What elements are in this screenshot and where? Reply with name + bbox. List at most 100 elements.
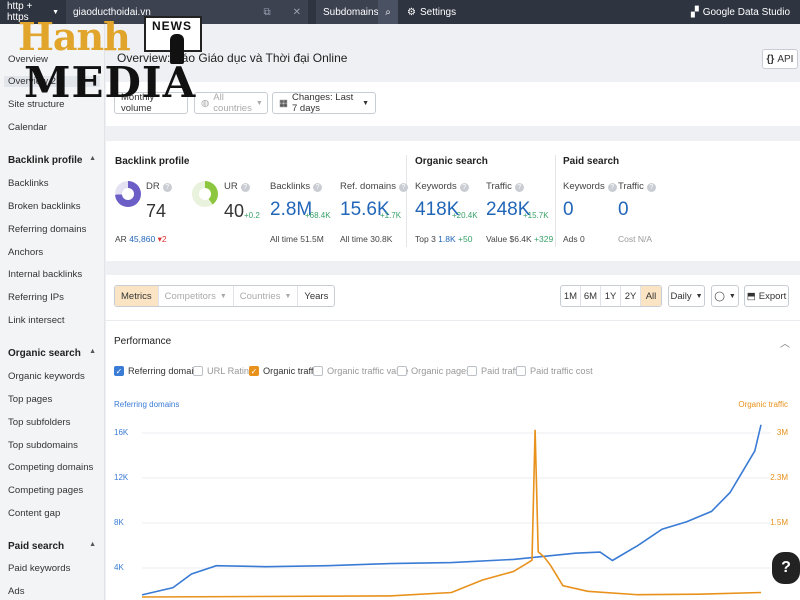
range-6m[interactable]: 6M bbox=[581, 286, 601, 306]
range-1y[interactable]: 1Y bbox=[601, 286, 621, 306]
sidebar-item-calendar[interactable]: Calendar bbox=[8, 122, 47, 133]
right-tick: 1.5M bbox=[770, 518, 788, 527]
series-line-referring-domains bbox=[141, 424, 762, 596]
sidebar-item-top-subfolders[interactable]: Top subfolders bbox=[8, 417, 70, 428]
divider bbox=[106, 320, 800, 321]
clear-icon[interactable]: ✕ bbox=[293, 7, 301, 18]
tab-years[interactable]: Years bbox=[298, 286, 334, 306]
sidebar-item-competing-pages[interactable]: Competing pages bbox=[8, 485, 83, 496]
data-studio-icon: ▞ bbox=[691, 6, 699, 18]
sidebar-item-ads[interactable]: Ads bbox=[8, 586, 25, 597]
right-axis-title: Organic traffic bbox=[738, 400, 788, 409]
ref-domains-all-time: All time 30.8K bbox=[340, 234, 393, 244]
changes-label: Changes: Last 7 days bbox=[291, 92, 354, 114]
traffic-delta: +15.7K bbox=[523, 211, 549, 220]
annotations-button[interactable]: ◯ ▼ bbox=[711, 285, 739, 307]
collapse-icon: ▲ bbox=[89, 155, 96, 162]
collapse-icon[interactable]: ︿ bbox=[780, 335, 790, 350]
left-tick: 8K bbox=[114, 518, 124, 527]
ur-label: UR? bbox=[224, 181, 250, 192]
right-tick: 3M bbox=[776, 428, 788, 437]
help-icon: ? bbox=[459, 183, 469, 192]
external-link-icon[interactable]: ⧉ bbox=[263, 7, 270, 18]
sidebar-item-top-subdomains[interactable]: Top subdomains bbox=[8, 440, 78, 451]
left-tick: 4K bbox=[114, 563, 124, 572]
performance-panel: Metrics Competitors ▼ Countries ▼ Years 1M… bbox=[106, 275, 800, 600]
help-icon: ? bbox=[646, 183, 656, 192]
ar-value[interactable]: 45,860 bbox=[129, 234, 155, 244]
sidebar-item-backlinks[interactable]: Backlinks bbox=[8, 178, 49, 189]
export-button[interactable]: ⬒ Export bbox=[744, 285, 789, 307]
checkbox-icon bbox=[516, 366, 526, 376]
mode-label: Subdomains bbox=[323, 6, 379, 18]
help-button[interactable]: ? bbox=[772, 552, 800, 584]
sidebar-item-competing-domains[interactable]: Competing domains bbox=[8, 462, 93, 473]
overview-stats: Backlink profile Organic search Paid sea… bbox=[106, 141, 800, 261]
ur-value: 40 bbox=[224, 201, 245, 221]
interval-select[interactable]: Daily ▼ bbox=[668, 285, 705, 307]
filter-bar: Monthly volume ◍ All countries ▼ ▦ Chang… bbox=[106, 82, 800, 126]
dr-value: 74 bbox=[146, 201, 167, 221]
settings-label: Settings bbox=[419, 6, 457, 18]
range-all[interactable]: All bbox=[641, 286, 661, 306]
tab-countries[interactable]: Countries ▼ bbox=[234, 286, 299, 306]
toggle-organic-traffic-value[interactable]: Organic traffic value bbox=[313, 366, 409, 376]
paid-keywords-value[interactable]: 0 bbox=[563, 199, 574, 221]
tab-competitors[interactable]: Competitors ▼ bbox=[159, 286, 234, 306]
ref-domains-label: Ref. domains? bbox=[340, 181, 408, 192]
api-button[interactable]: {} API bbox=[762, 49, 798, 69]
sidebar-item-organic-keywords[interactable]: Organic keywords bbox=[8, 371, 85, 382]
tab-metrics[interactable]: Metrics bbox=[115, 286, 159, 306]
sidebar-item-internal-backlinks[interactable]: Internal backlinks bbox=[8, 269, 82, 280]
ur-delta: +0.2 bbox=[244, 211, 260, 220]
paid-traffic-value[interactable]: 0 bbox=[618, 199, 629, 221]
checkbox-icon bbox=[397, 366, 407, 376]
logo-hanh-text: Hanh bbox=[18, 14, 131, 59]
checkbox-icon bbox=[313, 366, 323, 376]
hanh-media-logo: Hanh NEWS MEDIA bbox=[18, 14, 208, 114]
checkbox-icon: ✓ bbox=[114, 366, 124, 376]
chevron-down-icon: ▼ bbox=[255, 99, 263, 107]
left-axis-title: Referring domains bbox=[114, 400, 180, 409]
sidebar-section-backlink-profile[interactable]: Backlink profile ▲ bbox=[8, 155, 96, 166]
paid-traffic-label: Traffic? bbox=[618, 181, 656, 192]
calendar-icon: ▦ bbox=[279, 97, 288, 109]
search-button[interactable]: ⌕ bbox=[378, 0, 398, 24]
help-icon: ? bbox=[514, 183, 524, 192]
collapse-icon: ▲ bbox=[89, 348, 96, 355]
dr-label: DR? bbox=[146, 181, 172, 192]
toggle-referring-domains[interactable]: ✓ Referring domains bbox=[114, 366, 203, 376]
toggle-organic-traffic[interactable]: ✓ Organic traffic bbox=[249, 366, 320, 376]
toggle-url-rating[interactable]: URL Rating bbox=[193, 366, 254, 376]
settings-button[interactable]: ⚙ Settings bbox=[400, 0, 463, 24]
keywords-top3: Top 3 1.8K +50 bbox=[415, 234, 473, 244]
sidebar-section-organic-search[interactable]: Organic search ▲ bbox=[8, 348, 96, 359]
right-tick: 2.3M bbox=[770, 473, 788, 482]
sidebar-item-paid-keywords[interactable]: Paid keywords bbox=[8, 563, 70, 574]
help-icon: ? bbox=[313, 183, 323, 192]
gear-icon: ⚙ bbox=[407, 6, 416, 18]
mode-select[interactable]: Subdomains ▼ bbox=[316, 0, 390, 24]
changes-select[interactable]: ▦ Changes: Last 7 days ▼ bbox=[272, 92, 376, 114]
help-icon: ? bbox=[240, 183, 250, 192]
sidebar-item-anchors[interactable]: Anchors bbox=[8, 247, 43, 258]
sidebar-item-top-pages[interactable]: Top pages bbox=[8, 394, 52, 405]
keywords-delta: +20.4K bbox=[452, 211, 478, 220]
sidebar-item-content-gap[interactable]: Content gap bbox=[8, 508, 60, 519]
section-title: Organic search bbox=[8, 348, 81, 359]
sidebar-item-referring-domains[interactable]: Referring domains bbox=[8, 224, 86, 235]
logo-media-text: MEDIA bbox=[24, 58, 197, 107]
range-1m[interactable]: 1M bbox=[561, 286, 581, 306]
paid-cost: Cost N/A bbox=[618, 234, 653, 244]
sidebar-item-referring-ips[interactable]: Referring IPs bbox=[8, 292, 64, 303]
toggle-organic-pages[interactable]: Organic pages bbox=[397, 366, 471, 376]
comment-icon: ◯ bbox=[714, 290, 725, 302]
gds-label: Google Data Studio bbox=[702, 6, 790, 18]
sidebar-section-paid-search[interactable]: Paid search ▲ bbox=[8, 541, 96, 552]
sidebar-item-link-intersect[interactable]: Link intersect bbox=[8, 315, 65, 326]
google-data-studio-link[interactable]: ▞ Google Data Studio bbox=[684, 0, 800, 24]
toggle-paid-traffic-cost[interactable]: Paid traffic cost bbox=[516, 366, 593, 376]
dr-donut-chart bbox=[115, 181, 141, 207]
sidebar-item-broken-backlinks[interactable]: Broken backlinks bbox=[8, 201, 81, 212]
range-2y[interactable]: 2Y bbox=[621, 286, 641, 306]
